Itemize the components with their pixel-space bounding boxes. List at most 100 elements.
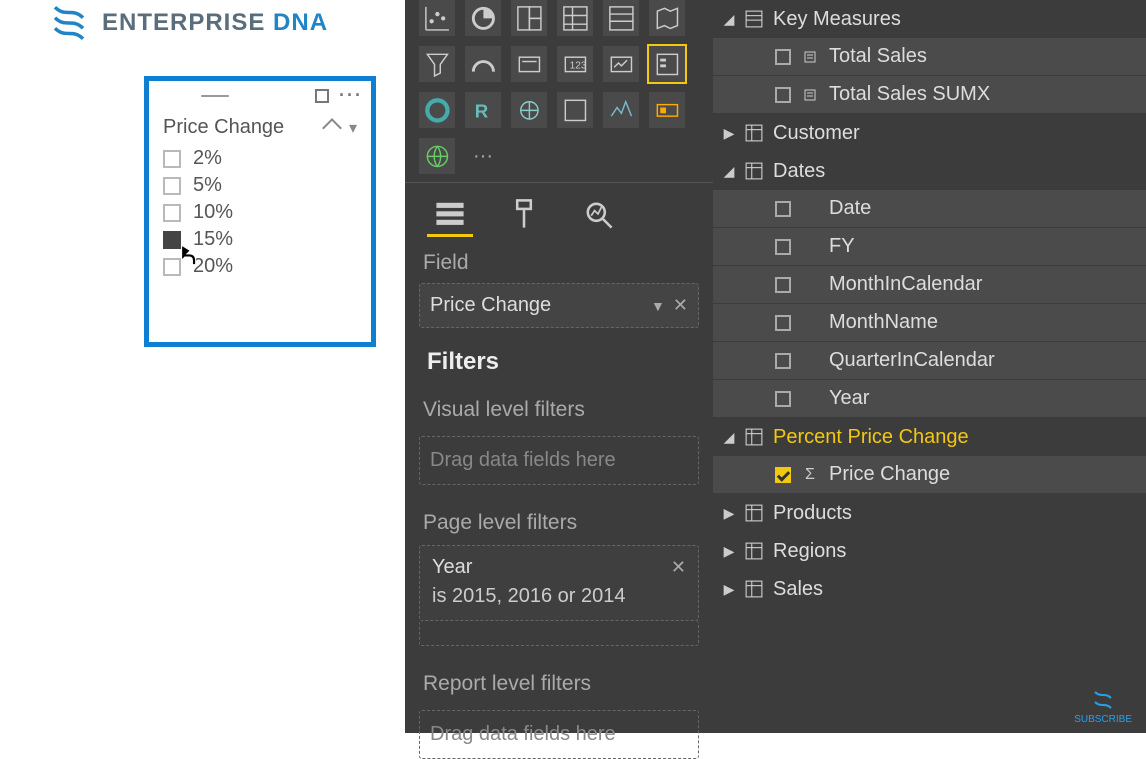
svg-text:123: 123 [569, 60, 586, 71]
table-sales[interactable]: ▶ Sales [713, 570, 1146, 608]
field-quarterincalendar[interactable]: QuarterInCalendar [713, 342, 1146, 380]
table-icon [745, 542, 763, 560]
viz-slicer-icon[interactable] [649, 46, 685, 82]
collapse-icon[interactable]: ◢ [723, 429, 735, 446]
table-label: Sales [773, 578, 1136, 601]
report-level-filters-label: Report level filters [405, 658, 713, 704]
viz-funnel-icon[interactable] [419, 46, 455, 82]
table-regions[interactable]: ▶Regions [713, 532, 1146, 570]
field-label: MonthInCalendar [829, 273, 982, 296]
format-tab-icon [507, 197, 541, 231]
tab-format[interactable] [501, 191, 547, 237]
expand-icon[interactable]: ▶ [723, 581, 735, 598]
field-well[interactable]: Price Change ▼ ✕ [419, 283, 699, 328]
viz-pie-icon[interactable] [465, 0, 501, 36]
clear-selections-icon[interactable] [322, 118, 342, 138]
viz-r-icon[interactable]: R [465, 92, 501, 128]
logo-brand: ENTERPRISE [102, 9, 265, 36]
viz-gauge-icon[interactable] [465, 46, 501, 82]
field-price-change[interactable]: Σ Price Change [713, 456, 1146, 494]
viz-filled-map-icon[interactable] [649, 0, 685, 36]
collapse-icon[interactable]: ◢ [723, 163, 735, 180]
page-filter-card[interactable]: Year ✕ is 2015, 2016 or 2014 [419, 545, 699, 621]
table-icon [745, 162, 763, 180]
checkbox-icon[interactable] [163, 177, 181, 195]
svg-text:R: R [474, 100, 488, 121]
table-icon [745, 428, 763, 446]
checkbox-icon[interactable] [775, 353, 791, 369]
field-label: Price Change [829, 463, 950, 486]
viz-arcgis-icon[interactable] [511, 92, 547, 128]
field-date[interactable]: Date [713, 190, 1146, 228]
page-level-filter-dropzone[interactable] [419, 621, 699, 646]
field-year[interactable]: Year [713, 380, 1146, 418]
table-percent-price-change[interactable]: ◢ Percent Price Change [713, 418, 1146, 456]
chevron-down-icon[interactable]: ▾ [349, 118, 357, 138]
expand-icon[interactable]: ▶ [723, 543, 735, 560]
table-dates[interactable]: ◢ Dates [713, 152, 1146, 190]
viz-card-icon[interactable] [511, 46, 547, 82]
field-label: FY [829, 235, 855, 258]
table-icon [745, 10, 763, 28]
viz-card2-icon[interactable] [649, 92, 685, 128]
field-label: Year [829, 387, 869, 410]
checkbox-icon[interactable] [775, 87, 791, 103]
slicer-visual[interactable]: ··· Price Change ▾ 2% 5% 10% 15% 20% [144, 76, 376, 347]
viz-sparkline-icon[interactable] [603, 92, 639, 128]
checkbox-icon[interactable] [163, 150, 181, 168]
slicer-visual-header: ··· [149, 81, 371, 106]
viz-matrix-icon[interactable] [557, 0, 593, 36]
checkbox-icon[interactable] [775, 467, 791, 483]
viz-donut-icon[interactable] [419, 92, 455, 128]
field-monthname[interactable]: MonthName [713, 304, 1146, 342]
checkbox-icon[interactable] [775, 391, 791, 407]
collapse-icon[interactable]: ◢ [723, 11, 735, 28]
remove-field-icon[interactable]: ✕ [673, 295, 688, 316]
tab-analytics[interactable] [575, 191, 621, 237]
slicer-item-5pct[interactable]: 5% [163, 172, 357, 199]
table-label: Key Measures [773, 8, 1136, 31]
checkbox-icon[interactable] [775, 315, 791, 331]
viz-scatter-icon[interactable] [419, 0, 455, 36]
viz-multicard-icon[interactable]: 123 [557, 46, 593, 82]
visualizations-gallery: 123 R ··· [405, 0, 713, 182]
viz-custom1-icon[interactable] [557, 92, 593, 128]
remove-filter-icon[interactable]: ✕ [671, 557, 686, 578]
slicer-item-10pct[interactable]: 10% [163, 199, 357, 226]
table-products[interactable]: ▶ Products [713, 494, 1146, 532]
more-options-icon[interactable]: ··· [339, 85, 363, 106]
tab-fields[interactable] [427, 191, 473, 237]
viz-kpi-icon[interactable] [603, 46, 639, 82]
field-monthincalendar[interactable]: MonthInCalendar [713, 266, 1146, 304]
visual-level-filter-dropzone[interactable]: Drag data fields here [419, 436, 699, 485]
checkbox-icon[interactable] [775, 49, 791, 65]
field-total-sales[interactable]: Total Sales [713, 38, 1146, 76]
checkbox-icon[interactable] [775, 277, 791, 293]
visualizations-pane: 123 R ··· Field Price Change ▼ ✕ Filters… [405, 0, 713, 733]
logo: ENTERPRISE DNA [48, 2, 328, 44]
field-label: MonthName [829, 311, 938, 334]
viz-globe-icon[interactable] [419, 138, 455, 174]
checkbox-icon[interactable] [775, 201, 791, 217]
drag-handle-icon[interactable] [201, 95, 229, 97]
page-filter-name: Year [432, 556, 671, 579]
table-key-measures[interactable]: ◢ Key Measures [713, 0, 1146, 38]
table-customer[interactable]: ▶ Customer [713, 114, 1146, 152]
subscribe-badge[interactable]: SUBSCRIBE [1074, 688, 1132, 725]
table-label: Products [773, 502, 1136, 525]
viz-treemap-icon[interactable] [511, 0, 547, 36]
checkbox-icon[interactable] [163, 204, 181, 222]
field-fy[interactable]: FY [713, 228, 1146, 266]
viz-table-icon[interactable] [603, 0, 639, 36]
viz-more-icon[interactable]: ··· [465, 138, 501, 174]
chevron-down-icon[interactable]: ▼ [651, 298, 665, 314]
report-level-filter-dropzone[interactable]: Drag data fields here [419, 710, 699, 759]
visual-level-filters-label: Visual level filters [405, 384, 713, 430]
slicer-item-2pct[interactable]: 2% [163, 145, 357, 172]
checkbox-icon[interactable] [775, 239, 791, 255]
expand-icon[interactable]: ▶ [723, 505, 735, 522]
field-total-sales-sumx[interactable]: Total Sales SUMX [713, 76, 1146, 114]
focus-mode-icon[interactable] [315, 89, 329, 103]
slicer-title-row: Price Change ▾ [149, 106, 371, 145]
expand-icon[interactable]: ▶ [723, 125, 735, 142]
